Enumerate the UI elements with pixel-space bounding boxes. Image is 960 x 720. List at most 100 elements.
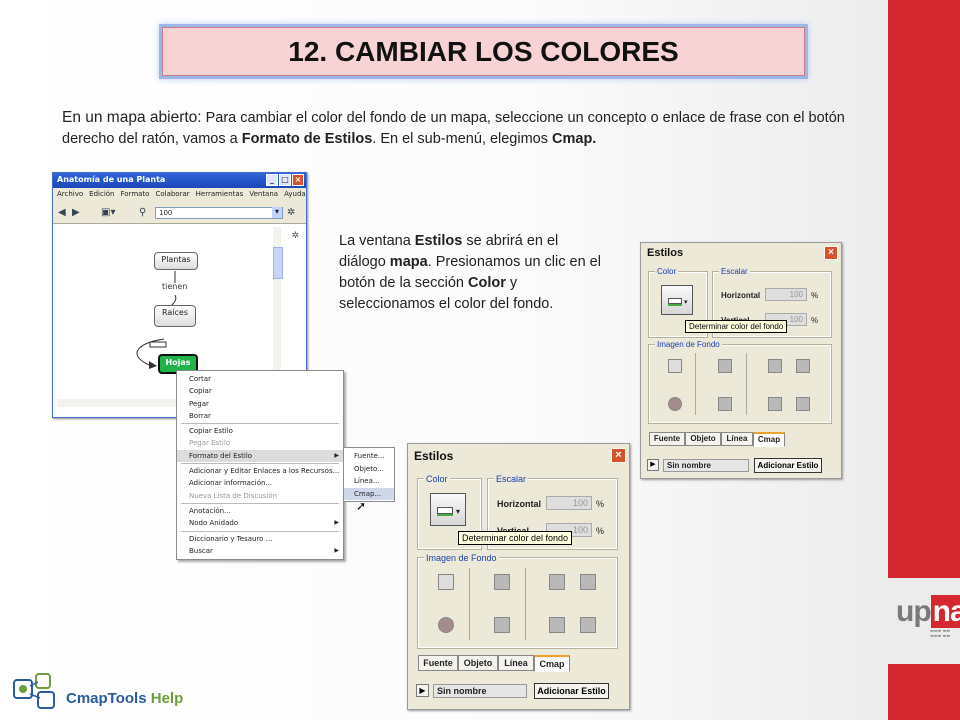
menu-item-anotacion[interactable]: Anotación...: [177, 505, 343, 517]
background-color-button[interactable]: ▾: [430, 493, 466, 526]
no-image-icon[interactable]: [668, 397, 682, 411]
style-name-field[interactable]: Sin nombre: [663, 459, 749, 472]
submenu-formato: Fuente... Objeto... Línea... Cmap...: [343, 447, 395, 502]
zoom-icon[interactable]: ⚲: [139, 207, 146, 218]
menu-item-diccionario[interactable]: Diccionario y Tesauro ...: [177, 533, 343, 545]
dialog-title: Estilos: [647, 247, 684, 259]
tile-center-icon[interactable]: [718, 359, 732, 373]
estilos-dialog-small: Estilos × Color ▾ Escalar Horizontal 100…: [640, 242, 842, 479]
menu-item-pegar[interactable]: Pegar: [177, 398, 343, 410]
tab-cmap[interactable]: Cmap: [534, 655, 570, 672]
style-name-field[interactable]: Sin nombre: [433, 684, 527, 698]
chevron-down-icon: ▾: [456, 507, 461, 516]
menu-separator: [181, 530, 339, 532]
menu-item-buscar[interactable]: Buscar ▶: [177, 545, 343, 557]
mouse-cursor-icon: ➚: [356, 499, 367, 513]
play-icon[interactable]: ▶: [416, 684, 429, 697]
play-icon[interactable]: ▶: [647, 459, 659, 471]
align-center-icon[interactable]: [549, 574, 565, 590]
align-center-icon[interactable]: [768, 359, 782, 373]
linking-phrase[interactable]: tienen: [162, 282, 187, 291]
tab-fuente[interactable]: Fuente: [418, 655, 458, 671]
side-gear-icon[interactable]: ✲: [291, 231, 299, 241]
forward-arrow-icon[interactable]: ▶: [72, 207, 80, 218]
close-icon[interactable]: ×: [824, 246, 838, 260]
no-image-icon[interactable]: [438, 617, 454, 633]
concept-node[interactable]: Plantas: [154, 252, 198, 270]
minimize-button[interactable]: _: [266, 174, 278, 186]
logo-text: CmapTools: [66, 690, 147, 707]
tile-center-icon[interactable]: [494, 574, 510, 590]
menu-herramientas[interactable]: Herramientas: [196, 190, 244, 200]
add-image-icon[interactable]: [668, 359, 682, 373]
window-titlebar[interactable]: Anatomía de una Planta _ □ ×: [53, 173, 306, 188]
menu-formato[interactable]: Formato: [121, 190, 150, 200]
menu-item-nodo-anidado[interactable]: Nodo Anidado ▶: [177, 517, 343, 529]
menu-edicion[interactable]: Edición: [89, 190, 114, 200]
image-group: [417, 557, 618, 649]
menu-item-nueva-lista: Nueva Lista de Discusión: [189, 491, 277, 500]
menu-item-copiar[interactable]: Copiar: [177, 385, 343, 397]
divider: [525, 568, 526, 640]
divider: [695, 353, 696, 415]
zoom-select[interactable]: 100: [155, 207, 283, 219]
desc-bold-mapa: mapa: [389, 254, 428, 270]
tile-repeat-icon[interactable]: [718, 397, 732, 411]
menu-separator: [181, 502, 339, 504]
menu-item-adicionar-informacion[interactable]: Adicionar información...: [177, 477, 343, 489]
horizontal-scale-field[interactable]: 100: [546, 496, 592, 510]
scale-stretch-icon[interactable]: [580, 617, 596, 633]
image-group-label: Imagen de Fondo: [655, 340, 722, 349]
menu-item-formato-estilo[interactable]: Formato del Estilo ▶: [177, 449, 343, 463]
menu-item-borrar[interactable]: Borrar: [177, 410, 343, 422]
percent-label: %: [596, 526, 605, 536]
add-style-button[interactable]: Adicionar Estilo: [754, 458, 822, 473]
horizontal-scale-field[interactable]: 100: [765, 288, 807, 301]
add-style-button[interactable]: Adicionar Estilo: [534, 683, 609, 699]
background-color-button[interactable]: ▾: [661, 285, 693, 315]
menu-colaborar[interactable]: Colaborar: [155, 190, 189, 200]
submenu-item-fuente[interactable]: Fuente...: [344, 450, 394, 463]
menu-item-buscar-label: Buscar: [189, 546, 213, 555]
tab-cmap[interactable]: Cmap: [753, 432, 785, 447]
view-icon[interactable]: ▣▾: [101, 207, 115, 218]
intro-bold-cmap: Cmap.: [552, 131, 597, 147]
scale-group-label: Escalar: [719, 267, 750, 276]
tab-linea[interactable]: Línea: [498, 655, 534, 671]
slide-title: 12. CAMBIAR LOS COLORES: [288, 35, 679, 67]
description-paragraph: La ventana Estilos se abrirá en el diálo…: [339, 231, 609, 315]
submenu-item-cmap[interactable]: Cmap...: [344, 487, 394, 500]
maximize-button[interactable]: □: [279, 174, 291, 186]
dialog-title: Estilos: [414, 449, 454, 463]
menu-item-adicionar-enlaces[interactable]: Adicionar y Editar Enlaces a los Recurso…: [177, 465, 343, 477]
scale-fit-icon[interactable]: [549, 617, 565, 633]
horizontal-label: Horizontal: [497, 499, 541, 509]
menu-archivo[interactable]: Archivo: [57, 190, 83, 200]
align-corner-icon[interactable]: [580, 574, 596, 590]
close-button[interactable]: ×: [292, 174, 304, 186]
menu-item-copiar-estilo[interactable]: Copiar Estilo: [177, 425, 343, 437]
color-group-label: Color: [424, 474, 450, 484]
menu-ventana[interactable]: Ventana: [249, 190, 278, 200]
scale-stretch-icon[interactable]: [796, 397, 810, 411]
back-arrow-icon[interactable]: ◀: [58, 207, 66, 218]
upna-logo-na: na: [930, 595, 960, 628]
add-image-icon[interactable]: [438, 574, 454, 590]
context-menu: Cortar Copiar Pegar Borrar Copiar Estilo…: [176, 370, 344, 560]
tab-fuente[interactable]: Fuente: [649, 432, 685, 446]
tab-objeto[interactable]: Objeto: [685, 432, 721, 446]
tab-linea[interactable]: Línea: [721, 432, 753, 446]
tab-objeto[interactable]: Objeto: [458, 655, 498, 671]
gear-icon[interactable]: ✲: [287, 207, 295, 218]
tooltip: Determinar color del fondo: [458, 531, 573, 545]
submenu-item-linea[interactable]: Línea...: [344, 475, 394, 488]
scale-fit-icon[interactable]: [768, 397, 782, 411]
submenu-item-objeto[interactable]: Objeto...: [344, 463, 394, 476]
upna-subtext-graphic: ▬▬▬ ▬▬ ▬▬▬ ▬▬: [930, 628, 951, 638]
close-icon[interactable]: ×: [611, 448, 626, 463]
tile-repeat-icon[interactable]: [494, 617, 510, 633]
concept-node[interactable]: Raíces: [154, 305, 196, 327]
menu-item-cortar[interactable]: Cortar: [177, 373, 343, 385]
menu-ayuda[interactable]: Ayuda: [284, 190, 306, 200]
align-corner-icon[interactable]: [796, 359, 810, 373]
